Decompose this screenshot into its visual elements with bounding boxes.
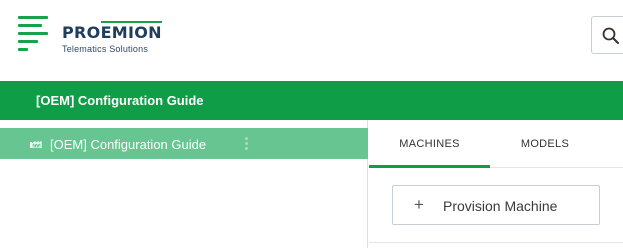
provision-machine-label: Provision Machine [443,198,558,214]
brand-logo[interactable]: PROEMION Telematics Solutions [18,14,178,58]
plus-icon: + [414,195,424,214]
provision-machine-button[interactable]: + Provision Machine [392,185,600,225]
divider [369,242,623,243]
search-button[interactable] [591,16,623,54]
factory-icon [30,140,42,148]
brand-name: PROEMION [62,21,162,42]
page-title-bar: [OEM] Configuration Guide [0,81,623,120]
page-title: [OEM] Configuration Guide [36,93,204,108]
more-vertical-icon[interactable] [244,136,250,152]
tab-machines[interactable]: MACHINES [369,128,490,168]
search-icon [602,27,619,44]
main-panel: MACHINES MODELS + Provision Machine [369,120,623,248]
sidebar-item-oem-configuration-guide[interactable]: [OEM] Configuration Guide [0,128,368,159]
tab-bar: MACHINES MODELS [369,128,623,168]
app-header: PROEMION Telematics Solutions [0,0,623,81]
sidebar-item-label: [OEM] Configuration Guide [50,137,207,152]
logo-mark-icon [18,16,52,54]
tab-models[interactable]: MODELS [490,128,600,168]
brand-tagline: Telematics Solutions [62,44,149,54]
sidebar: [OEM] Configuration Guide [0,120,368,248]
